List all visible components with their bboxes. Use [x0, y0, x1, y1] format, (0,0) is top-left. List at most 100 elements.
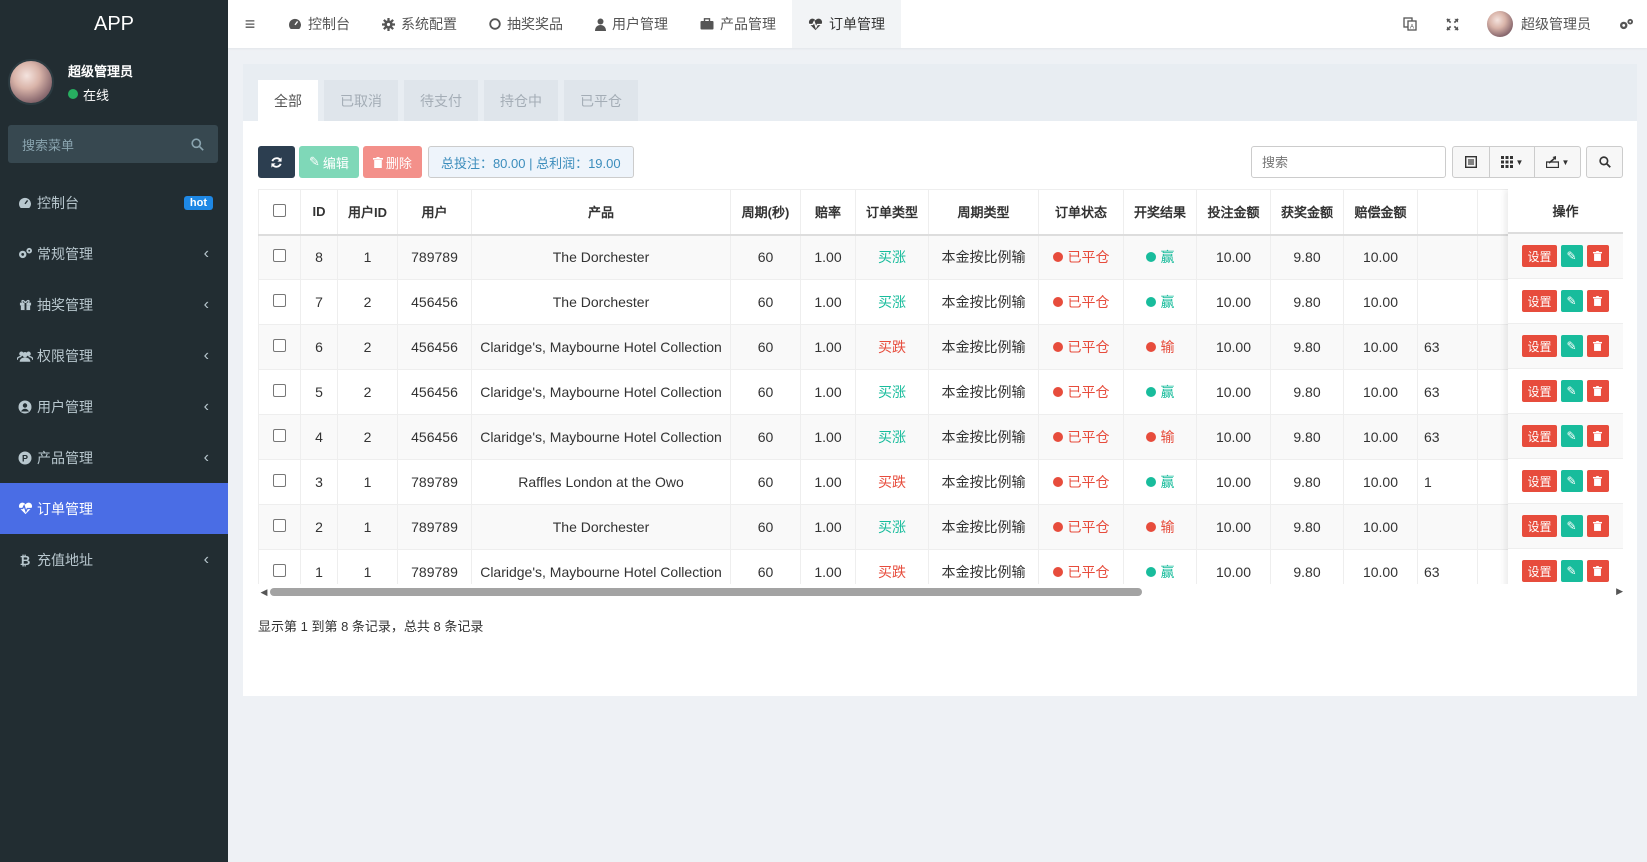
scroll-left-icon[interactable]: ◀ [258, 587, 270, 598]
sidebar-item-permissions[interactable]: 权限管理 ‹ [0, 330, 228, 381]
row-edit-button[interactable]: ✎ [1560, 335, 1583, 357]
cell-odds: 1.00 [800, 324, 856, 370]
tab-system-config[interactable]: 系统配置 [366, 0, 473, 48]
row-edit-button[interactable]: ✎ [1560, 290, 1583, 312]
scroll-thumb[interactable] [270, 588, 1142, 596]
sidebar-item-dashboard[interactable]: 控制台 hot [0, 177, 228, 228]
cell-result: 输 [1123, 504, 1197, 550]
column-header[interactable]: 获奖金额 [1270, 189, 1344, 236]
row-delete-button[interactable] [1586, 425, 1609, 447]
column-header[interactable]: 赔偿金额 [1343, 189, 1418, 236]
select-all-checkbox[interactable] [273, 203, 286, 217]
row-checkbox[interactable] [273, 294, 286, 307]
tab-all[interactable]: 全部 [258, 80, 318, 121]
row-checkbox[interactable] [273, 564, 286, 577]
table-row[interactable]: 5 2 456456 Claridge's, Maybourne Hotel Coll… [258, 369, 1618, 415]
horizontal-scrollbar[interactable]: ◀ [258, 586, 1558, 598]
sidebar-item-users[interactable]: 用户管理 ‹ [0, 381, 228, 432]
refresh-button[interactable] [258, 146, 295, 178]
table-row[interactable]: 1 1 789789 Claridge's, Maybourne Hotel Coll… [258, 549, 1618, 584]
set-button[interactable]: 设置 [1522, 290, 1557, 312]
sidebar-item-orders[interactable]: 订单管理 [0, 483, 228, 534]
search-icon[interactable] [191, 137, 204, 151]
tab-holding[interactable]: 持仓中 [484, 80, 558, 121]
cell-product: Claridge's, Maybourne Hotel Collection [471, 324, 731, 370]
tab-cancelled[interactable]: 已取消 [324, 80, 398, 121]
set-button[interactable]: 设置 [1522, 560, 1557, 582]
column-header[interactable]: 赔率 [800, 189, 856, 236]
user-menu[interactable]: 超级管理员 [1473, 0, 1605, 48]
row-edit-button[interactable]: ✎ [1560, 425, 1583, 447]
menu-toggle-icon[interactable]: ≡ [228, 0, 272, 48]
table-row[interactable]: 7 2 456456 The Dorchester 60 1.00 买涨 本金按比例输 已平仓 赢… [258, 279, 1618, 325]
sidebar-item-recharge[interactable]: ₿ 充值地址 ‹ [0, 534, 228, 585]
row-checkbox[interactable] [273, 384, 286, 397]
table-row[interactable]: 3 1 789789 Raffles London at the Owo 60 1.00 买… [258, 459, 1618, 505]
card-view-button[interactable] [1453, 147, 1490, 177]
row-checkbox[interactable] [273, 519, 286, 532]
row-edit-button[interactable]: ✎ [1560, 245, 1583, 267]
column-header[interactable]: 订单类型 [855, 189, 929, 236]
set-button[interactable]: 设置 [1522, 425, 1557, 447]
app-brand[interactable]: APP [0, 0, 228, 48]
sidebar-item-lottery[interactable]: 抽奖管理 ‹ [0, 279, 228, 330]
table-row[interactable]: 6 2 456456 Claridge's, Maybourne Hotel Coll… [258, 324, 1618, 370]
column-header[interactable]: 周期(秒) [730, 189, 801, 236]
row-delete-button[interactable] [1586, 335, 1609, 357]
language-icon[interactable]: A [1389, 0, 1431, 48]
tab-closed[interactable]: 已平仓 [564, 80, 638, 121]
table-search-input[interactable] [1251, 146, 1446, 178]
row-edit-button[interactable]: ✎ [1560, 470, 1583, 492]
fullscreen-icon[interactable] [1431, 0, 1473, 48]
set-button[interactable]: 设置 [1522, 335, 1557, 357]
row-checkbox[interactable] [273, 339, 286, 352]
row-delete-button[interactable] [1586, 515, 1609, 537]
tab-dashboard[interactable]: 控制台 [272, 0, 366, 48]
table-row[interactable]: 4 2 456456 Claridge's, Maybourne Hotel Coll… [258, 414, 1618, 460]
column-header[interactable]: ID [300, 189, 338, 236]
sidebar-item-products[interactable]: P 产品管理 ‹ [0, 432, 228, 483]
column-header[interactable]: 周期类型 [928, 189, 1039, 236]
row-checkbox[interactable] [273, 429, 286, 442]
set-button[interactable]: 设置 [1522, 515, 1557, 537]
delete-button[interactable]: 删除 [362, 146, 422, 178]
column-header[interactable]: 订单状态 [1038, 189, 1124, 236]
tab-lottery-prizes[interactable]: 抽奖奖品 [473, 0, 579, 48]
set-button[interactable]: 设置 [1522, 245, 1557, 267]
row-delete-button[interactable] [1586, 290, 1609, 312]
set-button[interactable]: 设置 [1522, 470, 1557, 492]
row-delete-button[interactable] [1586, 560, 1609, 582]
menu-search-input[interactable]: 搜索菜单 [8, 125, 218, 163]
row-delete-button[interactable] [1586, 470, 1609, 492]
row-checkbox[interactable] [273, 474, 286, 487]
row-edit-button[interactable]: ✎ [1560, 515, 1583, 537]
settings-icon[interactable] [1605, 0, 1647, 48]
row-delete-button[interactable] [1586, 245, 1609, 267]
tab-product-management[interactable]: 产品管理 [684, 0, 792, 48]
scroll-right-icon[interactable]: ▶ [1616, 586, 1623, 597]
table-toolbar: ✎ 编辑 删除 总投注：80.00 | 总利润：19.00 [258, 146, 634, 178]
row-edit-button[interactable]: ✎ [1560, 380, 1583, 402]
advanced-search-button[interactable] [1586, 146, 1623, 178]
row-delete-button[interactable] [1586, 380, 1609, 402]
columns-toggle-button[interactable]: ▼ [1490, 147, 1535, 177]
export-button[interactable]: ▼ [1535, 147, 1580, 177]
column-header[interactable]: 产品 [471, 189, 731, 236]
row-checkbox[interactable] [273, 249, 286, 263]
set-button[interactable]: 设置 [1522, 380, 1557, 402]
table-row[interactable]: 8 1 789789 The Dorchester 60 1.00 买涨 本金按比例输 已平仓 赢… [258, 234, 1618, 280]
table-row[interactable]: 2 1 789789 The Dorchester 60 1.00 买涨 本金按比例输 已平仓 输… [258, 504, 1618, 550]
column-header[interactable] [1417, 189, 1478, 236]
tab-user-management[interactable]: 用户管理 [579, 0, 684, 48]
sidebar-item-general[interactable]: 常规管理 ‹ [0, 228, 228, 279]
column-header[interactable]: 开奖结果 [1123, 189, 1197, 236]
column-header[interactable]: 用户 [397, 189, 472, 236]
edit-button[interactable]: ✎ 编辑 [299, 146, 359, 178]
scroll-track[interactable] [270, 588, 1558, 596]
tab-order-management[interactable]: 订单管理 [792, 0, 901, 48]
tab-pending-payment[interactable]: 待支付 [404, 80, 478, 121]
column-header[interactable]: 投注金额 [1196, 189, 1271, 236]
column-header[interactable]: 用户ID [337, 189, 398, 236]
row-edit-button[interactable]: ✎ [1560, 560, 1583, 582]
trash-icon [1593, 341, 1602, 351]
